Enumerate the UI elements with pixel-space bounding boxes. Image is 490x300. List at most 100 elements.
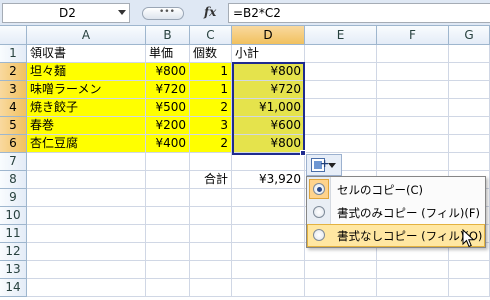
cell-b2[interactable]: ¥800: [146, 63, 190, 81]
cell-e13[interactable]: [305, 261, 377, 279]
column-header-d[interactable]: D: [232, 26, 305, 45]
cell-f4[interactable]: [377, 99, 449, 117]
cell-c7[interactable]: [190, 153, 232, 171]
cell-a12[interactable]: [27, 243, 146, 261]
column-header-f[interactable]: F: [377, 26, 449, 45]
cell-a5[interactable]: 春巻: [27, 117, 146, 135]
cell-b14[interactable]: [146, 279, 190, 297]
cell-d5[interactable]: ¥600: [232, 117, 305, 135]
cell-b9[interactable]: [146, 189, 190, 207]
cell-g14[interactable]: [449, 279, 490, 297]
cell-c6[interactable]: 2: [190, 135, 232, 153]
formula-input[interactable]: =B2*C2: [228, 3, 490, 23]
cell-b6[interactable]: ¥400: [146, 135, 190, 153]
column-header-g[interactable]: G: [449, 26, 490, 45]
cell-d1[interactable]: 小計: [232, 45, 305, 63]
cell-b11[interactable]: [146, 225, 190, 243]
cell-f13[interactable]: [377, 261, 449, 279]
cell-c3[interactable]: 1: [190, 81, 232, 99]
cell-d14[interactable]: [232, 279, 305, 297]
cell-g1[interactable]: [449, 45, 490, 63]
cell-b10[interactable]: [146, 207, 190, 225]
cell-g7[interactable]: [449, 153, 490, 171]
cell-a10[interactable]: [27, 207, 146, 225]
cell-a4[interactable]: 焼き餃子: [27, 99, 146, 117]
row-header-14[interactable]: 14: [0, 279, 27, 297]
cell-b8[interactable]: [146, 171, 190, 189]
insert-function-icon[interactable]: fx: [204, 5, 216, 19]
cell-f2[interactable]: [377, 63, 449, 81]
cell-a3[interactable]: 味噌ラーメン: [27, 81, 146, 99]
row-header-6[interactable]: 6: [0, 135, 27, 153]
cell-a1[interactable]: 領収書: [27, 45, 146, 63]
cell-d2[interactable]: ¥800: [232, 63, 305, 81]
cell-b13[interactable]: [146, 261, 190, 279]
cell-d12[interactable]: [232, 243, 305, 261]
row-header-13[interactable]: 13: [0, 261, 27, 279]
cell-d6[interactable]: ¥800: [232, 135, 305, 153]
row-header-9[interactable]: 9: [0, 189, 27, 207]
cell-b4[interactable]: ¥500: [146, 99, 190, 117]
cell-f14[interactable]: [377, 279, 449, 297]
cell-g2[interactable]: [449, 63, 490, 81]
auto-fill-options-button[interactable]: [306, 154, 342, 176]
column-header-a[interactable]: A: [27, 26, 146, 45]
cell-c1[interactable]: 個数: [190, 45, 232, 63]
cell-a6[interactable]: 杏仁豆腐: [27, 135, 146, 153]
chevron-down-icon[interactable]: [118, 10, 126, 15]
cell-a9[interactable]: [27, 189, 146, 207]
cell-c4[interactable]: 2: [190, 99, 232, 117]
cell-g13[interactable]: [449, 261, 490, 279]
cell-f6[interactable]: [377, 135, 449, 153]
cell-d8[interactable]: ¥3,920: [232, 171, 305, 189]
cell-d4[interactable]: ¥1,000: [232, 99, 305, 117]
cell-e1[interactable]: [305, 45, 377, 63]
cell-f1[interactable]: [377, 45, 449, 63]
column-header-c[interactable]: C: [190, 26, 232, 45]
cell-b3[interactable]: ¥720: [146, 81, 190, 99]
column-header-b[interactable]: B: [146, 26, 190, 45]
cell-d9[interactable]: [232, 189, 305, 207]
row-header-8[interactable]: 8: [0, 171, 27, 189]
menu-item-copy-cells[interactable]: セルのコピー(C): [307, 178, 485, 201]
row-header-11[interactable]: 11: [0, 225, 27, 243]
cell-c2[interactable]: 1: [190, 63, 232, 81]
cell-c10[interactable]: [190, 207, 232, 225]
cell-b5[interactable]: ¥200: [146, 117, 190, 135]
select-all-corner[interactable]: [0, 26, 27, 45]
cell-d13[interactable]: [232, 261, 305, 279]
cell-c12[interactable]: [190, 243, 232, 261]
cell-d3[interactable]: ¥720: [232, 81, 305, 99]
name-box[interactable]: D2: [2, 3, 130, 23]
cell-g5[interactable]: [449, 117, 490, 135]
cell-d7[interactable]: [232, 153, 305, 171]
cell-f7[interactable]: [377, 153, 449, 171]
cell-e14[interactable]: [305, 279, 377, 297]
row-header-5[interactable]: 5: [0, 117, 27, 135]
cell-e4[interactable]: [305, 99, 377, 117]
cell-e2[interactable]: [305, 63, 377, 81]
cell-a2[interactable]: 坦々麺: [27, 63, 146, 81]
cell-e5[interactable]: [305, 117, 377, 135]
cell-b12[interactable]: [146, 243, 190, 261]
menu-item-fill-without-formatting[interactable]: 書式なしコピー (フィル)(O): [307, 224, 485, 247]
column-header-e[interactable]: E: [305, 26, 377, 45]
cell-a14[interactable]: [27, 279, 146, 297]
cell-a8[interactable]: [27, 171, 146, 189]
cell-c11[interactable]: [190, 225, 232, 243]
cell-e6[interactable]: [305, 135, 377, 153]
cell-g3[interactable]: [449, 81, 490, 99]
cell-c8[interactable]: 合計: [190, 171, 232, 189]
cell-b7[interactable]: [146, 153, 190, 171]
cell-g6[interactable]: [449, 135, 490, 153]
row-header-7[interactable]: 7: [0, 153, 27, 171]
row-header-2[interactable]: 2: [0, 63, 27, 81]
cell-c5[interactable]: 3: [190, 117, 232, 135]
cell-b1[interactable]: 単価: [146, 45, 190, 63]
cell-c9[interactable]: [190, 189, 232, 207]
cell-e3[interactable]: [305, 81, 377, 99]
cell-d10[interactable]: [232, 207, 305, 225]
cell-f5[interactable]: [377, 117, 449, 135]
cell-c14[interactable]: [190, 279, 232, 297]
cell-d11[interactable]: [232, 225, 305, 243]
